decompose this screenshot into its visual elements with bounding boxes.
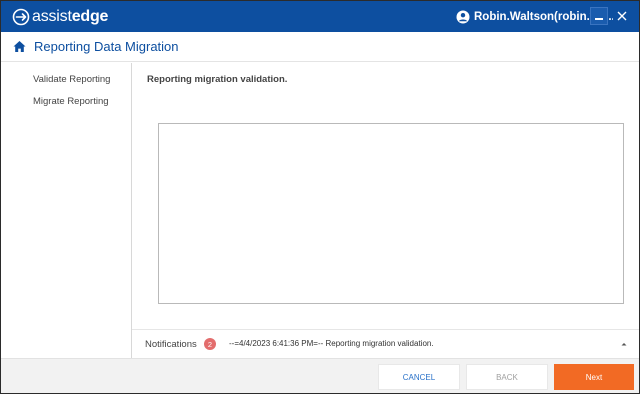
cancel-button[interactable]: CANCEL: [378, 364, 460, 390]
logo-text-light: assist: [32, 7, 72, 25]
sidebar-item-validate-reporting[interactable]: Validate Reporting: [33, 74, 110, 85]
minimize-icon: [595, 18, 603, 20]
user-icon: [456, 10, 470, 23]
chevron-up-icon[interactable]: [620, 340, 628, 348]
logo-text-bold: edge: [71, 7, 109, 25]
sidebar-item-migrate-reporting[interactable]: Migrate Reporting: [33, 96, 109, 107]
next-button[interactable]: Next: [554, 364, 634, 390]
notifications-label: Notifications: [145, 339, 197, 350]
home-icon[interactable]: [13, 40, 26, 53]
validation-log-area[interactable]: [158, 123, 624, 304]
logo-icon: [12, 8, 30, 25]
back-button[interactable]: BACK: [466, 364, 548, 390]
footer-actions: CANCEL BACK Next: [1, 358, 639, 393]
title-bar: assist edge Robin.Waltson(robin.wa...: [1, 1, 639, 32]
app-window: assist edge Robin.Waltson(robin.wa... Rep…: [0, 0, 640, 394]
app-logo: assist edge: [12, 1, 108, 32]
page-header: Reporting Data Migration: [1, 32, 639, 62]
notification-count-badge: 2: [204, 338, 216, 350]
close-icon: [617, 11, 627, 21]
sidebar: Validate Reporting Migrate Reporting: [1, 63, 132, 358]
section-heading: Reporting migration validation.: [147, 74, 288, 85]
notification-message: --=4/4/2023 6:41:36 PM=-- Reporting migr…: [229, 339, 434, 348]
close-button[interactable]: [613, 7, 631, 25]
minimize-button[interactable]: [590, 7, 608, 25]
notifications-bar[interactable]: Notifications 2 --=4/4/2023 6:41:36 PM=-…: [132, 329, 639, 358]
page-title: Reporting Data Migration: [34, 39, 179, 54]
